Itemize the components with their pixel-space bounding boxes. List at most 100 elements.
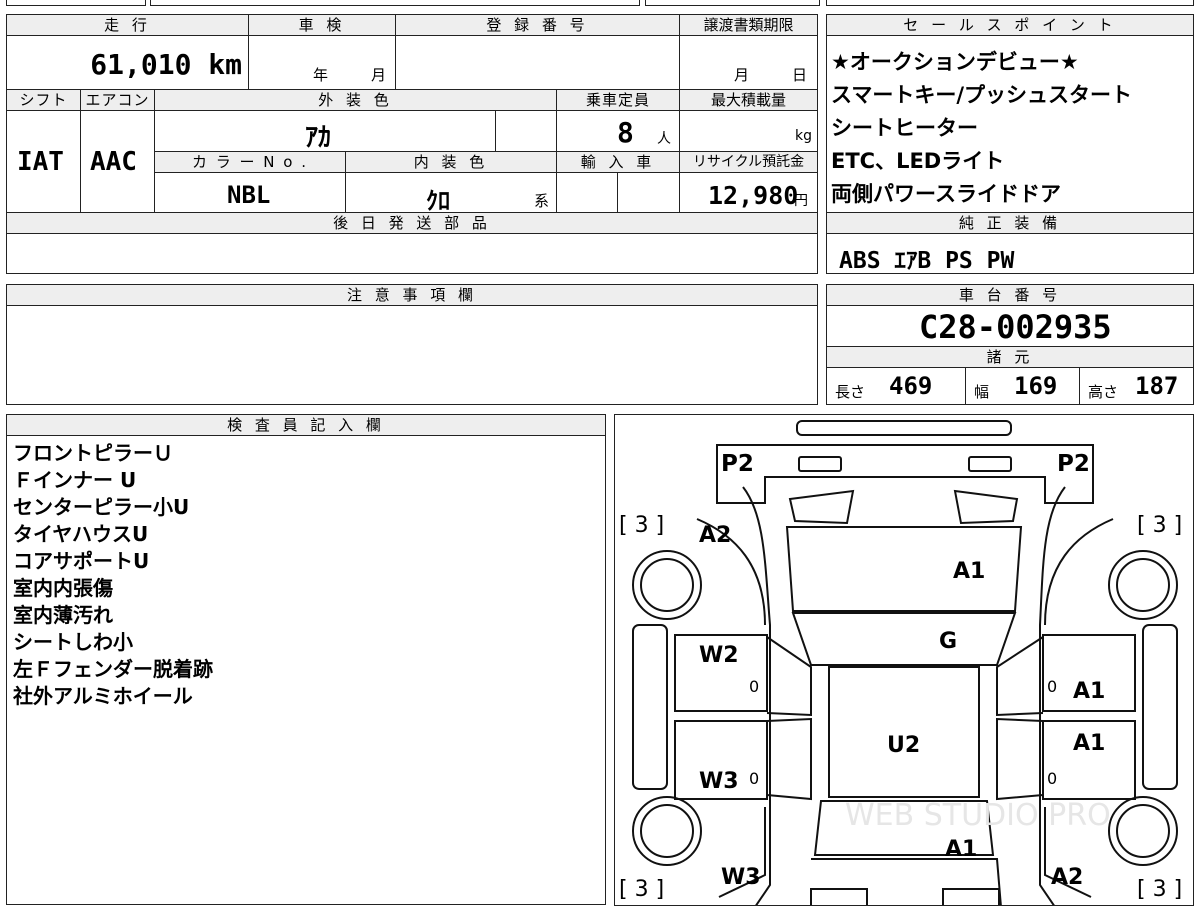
height-label: 高さ: [1088, 383, 1119, 401]
height-value: 187: [1135, 372, 1179, 400]
sales-point: ETC、LEDライト: [831, 149, 1005, 173]
mark-g-windshield: G: [939, 629, 958, 654]
inspector-note: シートしわ小: [13, 630, 133, 654]
mark-a2-front-left: A2: [699, 523, 732, 548]
mark-tire-rr: [ 3 ]: [1137, 877, 1183, 902]
mark-a1-right-front-door: A1: [1073, 679, 1106, 704]
mileage-cell: 61,010 km: [6, 35, 249, 90]
width-value: 169: [1014, 372, 1058, 400]
shaken-month: 月: [371, 66, 387, 84]
mark-zero: 0: [749, 677, 760, 696]
inspector-note: 左Ｆフェンダー脱着跡: [13, 657, 213, 681]
sales-point: スマートキー/プッシュスタート: [831, 83, 1133, 107]
shaken-year: 年: [313, 66, 329, 84]
length-label: 長さ: [835, 383, 866, 401]
spec-label: 諸 元: [826, 346, 1194, 368]
mark-a1-right-rear-door: A1: [1073, 731, 1106, 756]
watermark: WEB STUDIO PRO: [845, 798, 1111, 833]
width-label: 幅: [974, 383, 990, 401]
mark-u2-roof: U2: [887, 733, 921, 758]
max-load-label: 最大積載量: [679, 89, 818, 111]
inspector-box: フロントピラーＵ Ｆインナー U センターピラー小U タイヤハウスU コアサポー…: [6, 435, 606, 905]
car-condition-diagram: WEB STUDIO PRO P2 P2 [ 3 ] [ 3 ] [ 3 ] […: [614, 414, 1194, 906]
shift-cell: IAT: [6, 110, 81, 213]
inspector-note: フロントピラーＵ: [13, 441, 173, 465]
mark-zero: 0: [1047, 677, 1058, 696]
recycle-unit: 円: [794, 193, 808, 209]
inspector-note: Ｆインナー U: [13, 468, 137, 492]
import-label: 輸 入 車: [556, 151, 680, 173]
shaken-label: 車 検: [248, 14, 396, 36]
mileage-label: 走 行: [6, 14, 249, 36]
sales-label: セ ー ル ス ポ イ ン ト: [826, 14, 1194, 36]
sales-point: 両側パワースライドドア: [831, 182, 1061, 206]
sales-points-box: ★オークションデビュー★ スマートキー/プッシュスタート シートヒーター ETC…: [826, 35, 1194, 213]
inspector-note: タイヤハウスU: [13, 522, 149, 546]
registration-cell: [395, 35, 680, 90]
interior-suffix: 系: [534, 192, 550, 210]
mark-w3-left-rear: W3: [721, 865, 761, 890]
deadline-day: 日: [792, 66, 808, 84]
ac-value: AAC: [90, 147, 137, 177]
import-cell-a: [556, 172, 618, 213]
recycle-value: 12,980: [708, 181, 799, 210]
spec-width-cell: 幅 169: [965, 367, 1080, 405]
recycle-cell: 12,980 円: [679, 172, 818, 213]
mark-tire-fr: [ 3 ]: [1137, 513, 1183, 538]
deadline-cell: 月 日: [679, 35, 818, 90]
sales-point: ★オークションデビュー★: [831, 50, 1079, 74]
mark-tire-rl: [ 3 ]: [619, 877, 665, 902]
shaken-cell: 年 月: [248, 35, 396, 90]
mileage-value: 61,010 km: [90, 48, 242, 81]
color-no-cell: NBL: [154, 172, 346, 213]
capacity-label: 乗車定員: [556, 89, 680, 111]
capacity-unit: 人: [657, 131, 671, 147]
chassis-box: C28-002935: [826, 305, 1194, 347]
later-parts-cell: [6, 233, 818, 274]
top-strip: [0, 0, 1200, 8]
inspector-note: 社外アルミホイール: [13, 684, 193, 708]
mark-a1-hood: A1: [953, 559, 986, 584]
mark-zero: 0: [1047, 769, 1058, 788]
exterior-value: ｱｶ: [305, 123, 332, 153]
mark-zero: 0: [749, 769, 760, 788]
color-no-label: カ ラ ー N o .: [154, 151, 346, 173]
mark-w2-left-front-door: W2: [699, 643, 739, 668]
ac-cell: AAC: [80, 110, 155, 213]
length-value: 469: [889, 372, 933, 400]
mark-p2-left: P2: [721, 451, 754, 477]
interior-cell: ｸﾛ 系: [345, 172, 557, 215]
inspector-note: センターピラー小U: [13, 495, 190, 519]
genuine-value: ABS ｴｱB PS PW: [839, 248, 1015, 274]
notes-label: 注 意 事 項 欄: [6, 284, 818, 306]
mark-a2-rear-right: A2: [1051, 865, 1084, 890]
sales-point: シートヒーター: [831, 116, 978, 140]
deadline-label: 譲渡書類期限: [679, 14, 818, 36]
genuine-label: 純 正 装 備: [826, 212, 1194, 234]
max-load-cell: kg: [679, 110, 818, 152]
exterior-label: 外 装 色: [154, 89, 557, 111]
inspector-label: 検 査 員 記 入 欄: [6, 414, 606, 436]
genuine-box: ABS ｴｱB PS PW: [826, 233, 1194, 274]
capacity-value: 8: [617, 116, 634, 149]
later-parts-label: 後 日 発 送 部 品: [6, 212, 818, 234]
load-unit: kg: [795, 128, 812, 144]
recycle-label: リサイクル預託金: [679, 151, 818, 173]
shift-label: シフト: [6, 89, 81, 111]
capacity-cell: 8 人: [556, 110, 680, 152]
interior-value: ｸﾛ: [426, 187, 450, 215]
chassis-label: 車 台 番 号: [826, 284, 1194, 306]
color-no-value: NBL: [227, 181, 271, 209]
mark-tire-fl: [ 3 ]: [619, 513, 665, 538]
registration-label: 登 録 番 号: [395, 14, 680, 36]
chassis-number: C28-002935: [919, 308, 1112, 346]
import-cell-b: [617, 172, 680, 213]
deadline-month: 月: [734, 66, 750, 84]
inspector-note: コアサポートU: [13, 549, 150, 573]
mark-a1-rear: A1: [945, 837, 978, 862]
exterior-cell: ｱｶ: [154, 110, 496, 153]
inspector-note: 室内内張傷: [13, 576, 113, 600]
mark-w3-left-rear-door: W3: [699, 769, 739, 794]
spec-height-cell: 高さ 187: [1079, 367, 1194, 405]
exterior-extra-cell: [495, 110, 557, 152]
